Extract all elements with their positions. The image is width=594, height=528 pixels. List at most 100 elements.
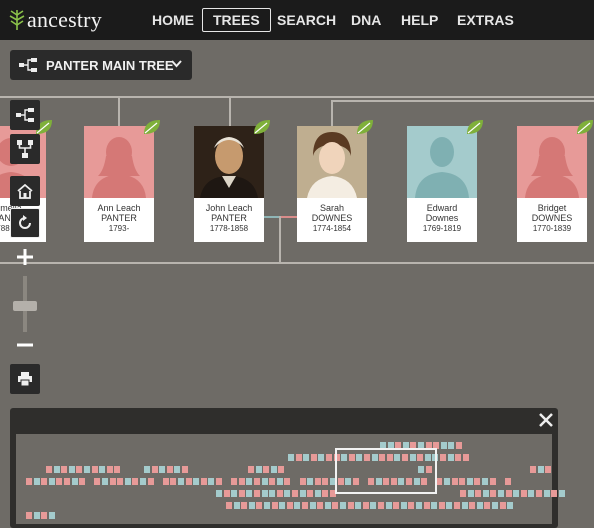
minimap-person-block: [270, 466, 277, 473]
person-card[interactable]: Sarah DOWNES 1774-1854: [297, 120, 373, 242]
minimap-person-block: [159, 466, 166, 473]
minimap-person-block: [446, 502, 453, 509]
person-card[interactable]: Edward Downes 1769-1819: [407, 120, 483, 242]
minimap-person-block: [385, 502, 392, 509]
zoom-in-icon[interactable]: [16, 248, 34, 266]
person-name: John Leach: [205, 203, 253, 213]
ancestry-logo[interactable]: ancestry: [8, 7, 102, 33]
minimap-person-block: [436, 478, 443, 485]
minimap-person-block: [324, 502, 331, 509]
person-name: Bridget: [537, 203, 567, 213]
minimap-person-block: [537, 466, 544, 473]
home-icon: [17, 183, 33, 199]
hint-leaf-icon[interactable]: [465, 118, 485, 136]
minimap-person-block: [248, 502, 255, 509]
tree-minimap[interactable]: [10, 408, 565, 528]
nav-dna[interactable]: DNA: [351, 8, 381, 32]
minimap-person-block: [64, 478, 70, 485]
reset-icon: [19, 215, 31, 229]
minimap-person-block: [528, 490, 535, 497]
minimap-person-block: [295, 454, 302, 461]
minimap-person-block: [408, 502, 415, 509]
minimap-person-block: [151, 466, 158, 473]
minimap-person-block: [48, 478, 55, 485]
minimap-person-block: [378, 502, 384, 509]
minimap-person-block: [482, 478, 488, 485]
minimap-person-block: [474, 478, 481, 485]
minimap-person-block: [166, 466, 173, 473]
family-view-button[interactable]: [10, 134, 40, 164]
minimap-person-block: [322, 490, 329, 497]
minimap-person-block: [355, 502, 362, 509]
person-surname: Downes: [425, 213, 459, 223]
reset-view-button[interactable]: [10, 208, 40, 238]
minimap-person-block: [254, 478, 260, 485]
minimap-overview[interactable]: [16, 434, 565, 524]
zoom-slider-thumb[interactable]: [13, 301, 37, 311]
minimap-person-block: [466, 478, 473, 485]
minimap-person-block: [117, 478, 124, 485]
family-view-icon: [17, 140, 33, 158]
home-person-button[interactable]: [10, 176, 40, 206]
minimap-person-block: [178, 478, 184, 485]
minimap-person-block: [484, 502, 491, 509]
minimap-person-block: [226, 502, 232, 509]
person-surname: DOWNES: [311, 213, 353, 223]
minimap-person-block: [248, 466, 254, 473]
minimap-person-block: [520, 490, 527, 497]
minimap-person-block: [147, 478, 154, 485]
person-card[interactable]: Ann Leach PANTER 1793-: [84, 120, 160, 242]
minimap-person-block: [231, 478, 238, 485]
nav-help[interactable]: HELP: [401, 8, 438, 32]
minimap-person-block: [545, 466, 552, 473]
minimap-person-block: [109, 478, 116, 485]
minimap-person-block: [233, 502, 240, 509]
nav-search[interactable]: SEARCH: [277, 8, 336, 32]
pedigree-view-button[interactable]: [10, 100, 40, 130]
minimap-person-block: [498, 490, 504, 497]
chevron-down-icon: [171, 60, 182, 68]
close-icon[interactable]: [538, 412, 554, 428]
nav-extras[interactable]: EXTRAS: [457, 8, 514, 32]
minimap-person-block: [185, 478, 192, 485]
minimap-person-block: [423, 502, 430, 509]
minimap-person-block: [469, 502, 476, 509]
minimap-person-block: [41, 512, 48, 519]
tree-selector-dropdown[interactable]: PANTER MAIN TREE: [10, 50, 192, 80]
print-button[interactable]: [10, 364, 40, 394]
person-surname: DOWNES: [531, 213, 573, 223]
minimap-person-block: [460, 490, 466, 497]
minimap-person-block: [454, 502, 460, 509]
nav-trees[interactable]: TREES: [202, 8, 271, 32]
minimap-person-block: [431, 502, 438, 509]
person-name: Edward: [426, 203, 458, 213]
minimap-viewport-frame[interactable]: [335, 448, 437, 494]
hint-leaf-icon[interactable]: [142, 118, 162, 136]
tree-structure-icon: [19, 58, 37, 72]
minimap-person-block: [182, 466, 188, 473]
minimap-person-block: [271, 502, 278, 509]
hint-leaf-icon[interactable]: [252, 118, 272, 136]
minimap-person-block: [558, 490, 565, 497]
minimap-person-block: [263, 466, 270, 473]
person-card[interactable]: John Leach PANTER 1778-1858: [194, 120, 270, 242]
person-info: Bridget DOWNES 1770-1839: [517, 198, 587, 242]
minimap-person-block: [475, 490, 482, 497]
minimap-person-block: [467, 490, 474, 497]
minimap-person-block: [299, 478, 306, 485]
minimap-person-block: [46, 466, 52, 473]
hint-leaf-icon[interactable]: [355, 118, 375, 136]
hint-leaf-icon[interactable]: [575, 118, 594, 136]
minimap-person-block: [456, 442, 462, 449]
minimap-person-block: [114, 466, 121, 473]
zoom-out-icon[interactable]: [16, 336, 34, 354]
person-dates: 1770-1839: [532, 224, 572, 233]
person-card[interactable]: Bridget DOWNES 1770-1839: [517, 120, 593, 242]
minimap-person-block: [314, 490, 321, 497]
person-dates: 1793-: [108, 224, 130, 233]
minimap-person-block: [310, 454, 317, 461]
nav-home[interactable]: HOME: [152, 8, 194, 32]
minimap-person-block: [278, 466, 285, 473]
minimap-person-block: [246, 490, 253, 497]
person-dates: 1769-1819: [422, 224, 462, 233]
